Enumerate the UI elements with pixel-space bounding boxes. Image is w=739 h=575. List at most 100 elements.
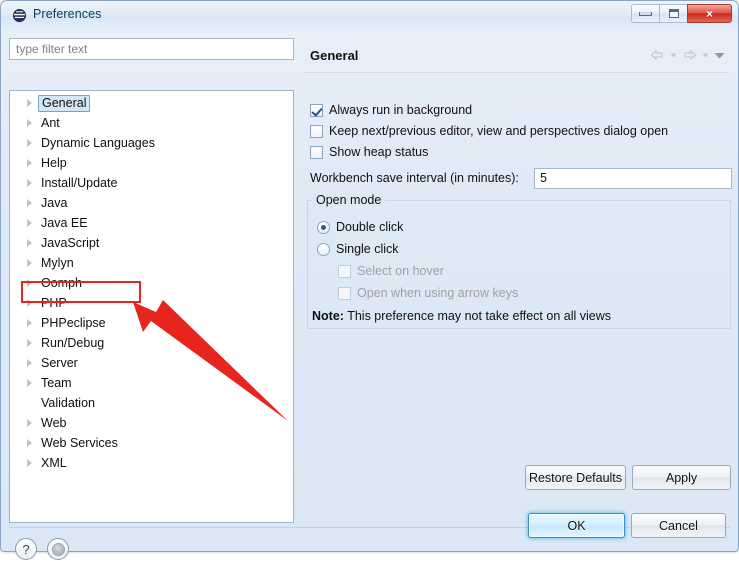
tree-item-mylyn[interactable]: Mylyn — [10, 253, 293, 273]
expand-arrow-icon[interactable] — [24, 97, 36, 109]
tree-item-dynamic-languages[interactable]: Dynamic Languages — [10, 133, 293, 153]
checkbox-row-open-arrow-keys[interactable]: Open when using arrow keys — [338, 286, 518, 300]
close-button[interactable]: × — [687, 4, 732, 23]
back-dropdown-icon[interactable] — [668, 48, 679, 62]
expand-arrow-icon[interactable] — [24, 217, 36, 229]
expand-arrow-icon[interactable] — [24, 157, 36, 169]
expand-arrow-icon[interactable] — [24, 437, 36, 449]
checkbox-icon-always-run[interactable] — [310, 104, 323, 117]
tree-item-oomph[interactable]: Oomph — [10, 273, 293, 293]
window-title: Preferences — [33, 7, 102, 21]
radio-icon-single-click[interactable] — [317, 243, 330, 256]
apply-button[interactable]: Apply — [632, 465, 731, 490]
tree-item-web[interactable]: Web — [10, 413, 293, 433]
radio-row-single-click[interactable]: Single click — [317, 242, 399, 256]
view-menu-icon[interactable] — [713, 48, 724, 62]
tree-item-phpeclipse[interactable]: PHPeclipse — [10, 313, 293, 333]
cancel-button[interactable]: Cancel — [631, 513, 726, 538]
expand-arrow-icon[interactable] — [24, 337, 36, 349]
page-title: General — [310, 48, 358, 63]
expand-arrow-icon[interactable] — [24, 297, 36, 309]
maximize-icon — [669, 9, 679, 18]
tree-item-team[interactable]: Team — [10, 373, 293, 393]
open-mode-note: Note: This preference may not take effec… — [312, 309, 611, 323]
expand-arrow-icon[interactable] — [24, 237, 36, 249]
tree-item-run-debug[interactable]: Run/Debug — [10, 333, 293, 353]
expand-arrow-icon[interactable] — [24, 317, 36, 329]
tree-item-label: PHP — [38, 296, 70, 311]
tree-item-javascript[interactable]: JavaScript — [10, 233, 293, 253]
preferences-tree[interactable]: General Ant Dynamic Languages Help Install/U… — [9, 90, 294, 523]
window-controls: × — [631, 4, 732, 23]
tree-item-label: Validation — [38, 396, 98, 411]
tree-item-install-update[interactable]: Install/Update — [10, 173, 293, 193]
expand-arrow-icon[interactable] — [24, 357, 36, 369]
tree-item-label: Run/Debug — [38, 336, 107, 351]
open-mode-title: Open mode — [312, 193, 385, 207]
tree-item-label: Java EE — [38, 216, 91, 231]
expand-arrow-icon[interactable] — [24, 277, 36, 289]
expand-arrow-icon[interactable] — [24, 457, 36, 469]
tree-item-label: Oomph — [38, 276, 85, 291]
tree-item-label: Server — [38, 356, 81, 371]
tree-item-label: Team — [38, 376, 75, 391]
tree-item-web-services[interactable]: Web Services — [10, 433, 293, 453]
tree-item-server[interactable]: Server — [10, 353, 293, 373]
checkbox-label-open-arrow-keys: Open when using arrow keys — [357, 286, 518, 300]
maximize-button[interactable] — [659, 4, 687, 23]
tree-item-label: General — [38, 95, 90, 112]
checkbox-icon-open-arrow-keys[interactable] — [338, 287, 351, 300]
tree-item-ant[interactable]: Ant — [10, 113, 293, 133]
restore-defaults-button[interactable]: Restore Defaults — [525, 465, 626, 490]
tree-list: General Ant Dynamic Languages Help Install/U… — [10, 93, 293, 473]
checkbox-row-heap-status[interactable]: Show heap status — [310, 145, 428, 159]
tree-item-label: Help — [38, 156, 70, 171]
tree-item-validation[interactable]: Validation — [10, 393, 293, 413]
tree-item-label: Ant — [38, 116, 63, 131]
tree-item-general[interactable]: General — [10, 93, 293, 113]
checkbox-icon-keep-dialog[interactable] — [310, 125, 323, 138]
checkbox-row-always-run[interactable]: Always run in background — [310, 103, 472, 117]
forward-arrow-icon[interactable] — [681, 48, 698, 62]
tree-item-xml[interactable]: XML — [10, 453, 293, 473]
radio-label-single-click: Single click — [336, 242, 399, 256]
ok-button[interactable]: OK — [528, 513, 625, 538]
tree-item-java[interactable]: Java — [10, 193, 293, 213]
expand-arrow-icon[interactable] — [24, 197, 36, 209]
tree-item-php[interactable]: PHP — [10, 293, 293, 313]
radio-label-double-click: Double click — [336, 220, 403, 234]
tree-item-label: Web — [38, 416, 69, 431]
expand-arrow-icon[interactable] — [24, 137, 36, 149]
expand-arrow-icon[interactable] — [24, 257, 36, 269]
minimize-button[interactable] — [631, 4, 659, 23]
checkbox-row-keep-dialog[interactable]: Keep next/previous editor, view and pers… — [310, 124, 668, 138]
tree-item-java-ee[interactable]: Java EE — [10, 213, 293, 233]
help-icon[interactable]: ? — [15, 538, 37, 560]
eclipse-icon — [12, 8, 27, 23]
open-mode-note-prefix: Note: — [312, 309, 344, 323]
checkbox-row-select-on-hover[interactable]: Select on hover — [338, 264, 444, 278]
record-icon[interactable] — [47, 538, 69, 560]
expand-arrow-icon[interactable] — [24, 177, 36, 189]
forward-dropdown-icon[interactable] — [700, 48, 711, 62]
checkbox-icon-select-on-hover[interactable] — [338, 265, 351, 278]
tree-item-label: PHPeclipse — [38, 316, 109, 331]
filter-input[interactable]: type filter text — [9, 38, 294, 60]
tree-item-label: Dynamic Languages — [38, 136, 158, 151]
expand-arrow-icon[interactable] — [24, 377, 36, 389]
save-interval-input[interactable]: 5 — [534, 168, 732, 189]
title-bar[interactable]: Preferences × — [1, 1, 738, 30]
minimize-icon — [639, 12, 652, 16]
tree-item-label: Web Services — [38, 436, 121, 451]
close-icon: × — [706, 8, 713, 20]
expand-arrow-icon[interactable] — [24, 117, 36, 129]
checkbox-icon-heap-status[interactable] — [310, 146, 323, 159]
tree-item-label: XML — [38, 456, 70, 471]
expand-arrow-icon[interactable] — [24, 417, 36, 429]
back-arrow-icon[interactable] — [649, 48, 666, 62]
desktop-background: Preferences × type filter text General An… — [0, 0, 739, 561]
radio-row-double-click[interactable]: Double click — [317, 220, 403, 234]
radio-icon-double-click[interactable] — [317, 221, 330, 234]
dialog-body: type filter text General Ant Dynamic Langu… — [1, 30, 738, 551]
tree-item-help[interactable]: Help — [10, 153, 293, 173]
